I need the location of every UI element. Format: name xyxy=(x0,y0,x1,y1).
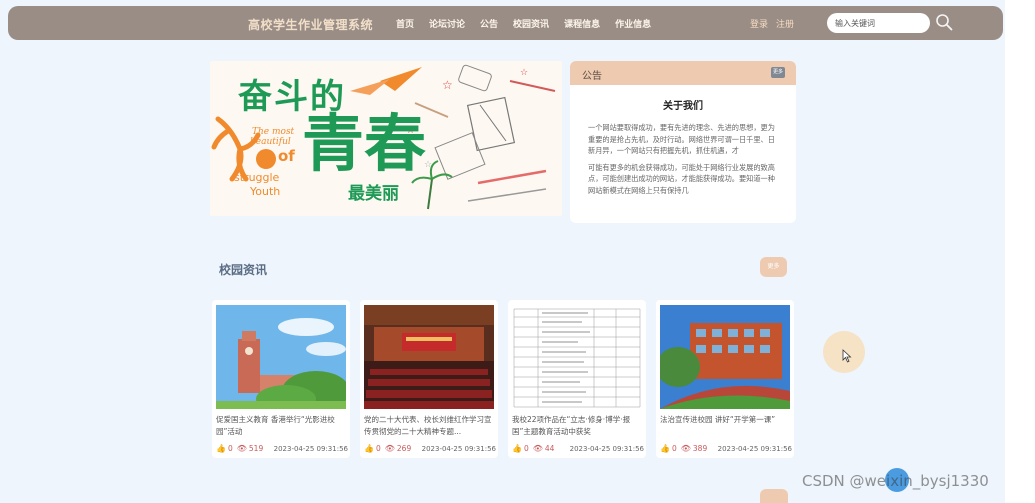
eye-icon: 👁 xyxy=(532,444,543,453)
view-count: 389 xyxy=(692,444,708,453)
auth-links: 登录 注册 xyxy=(750,17,802,30)
notice-title: 公告 xyxy=(582,71,602,82)
auditorium-photo xyxy=(364,305,494,409)
hero-banner[interactable]: ☆ ☆ ☆ ☆ 奋斗的 青春 最美丽 The most beautiful of… xyxy=(210,61,562,216)
bottom-section-tab[interactable] xyxy=(760,489,788,503)
news-card-title[interactable]: 促爱国主义教育 香港举行“光影进校园”活动 xyxy=(216,414,348,440)
text-fade xyxy=(570,204,796,222)
thumbs-up-icon[interactable]: 👍 xyxy=(364,444,374,453)
news-thumbnail[interactable] xyxy=(660,305,790,409)
watermark: CSDN @weixin_bysj1330 xyxy=(802,472,989,490)
login-link[interactable]: 登录 xyxy=(750,17,768,30)
news-card-meta: 👍 0 👁 519 2023-04-25 09:31:56 xyxy=(216,444,348,453)
notice-panel: 公告 更多 关于我们 一个网站要取得成功，要有先进的理念、先进的思想，更为重要的… xyxy=(570,61,796,223)
news-date: 2023-04-25 09:31:56 xyxy=(569,444,644,453)
banner-en-line-4: struggle xyxy=(234,171,280,184)
nav-item-campus-news[interactable]: 校园资讯 xyxy=(513,17,549,30)
nav-item-home[interactable]: 首页 xyxy=(396,17,414,30)
news-date: 2023-04-25 09:31:56 xyxy=(421,444,496,453)
view-count: 44 xyxy=(544,444,555,453)
about-us-body: 一个网站要取得成功，要有先进的理念、先进的思想，更为重要的是抢占先机，及时行动。… xyxy=(570,112,796,222)
news-card-meta: 👍 0 👁 389 2023-04-25 09:31:56 xyxy=(660,444,792,453)
like-count: 0 xyxy=(375,444,381,453)
notice-more-button[interactable]: 更多 xyxy=(771,67,785,78)
banner-en-line-2: beautiful xyxy=(250,137,291,147)
news-card-title[interactable]: 党的二十大代表、校长刘维红作学习宣传贯彻党的二十大精神专题... xyxy=(364,414,496,440)
view-count: 269 xyxy=(396,444,412,453)
banner-en-line-5: Youth xyxy=(250,185,281,198)
banner-en-line-1: The most xyxy=(252,127,295,137)
banner-en-line-3: of xyxy=(278,147,295,165)
news-date: 2023-04-25 09:31:56 xyxy=(273,444,348,453)
search-icon[interactable] xyxy=(935,13,953,31)
campus-building-photo xyxy=(660,305,790,409)
news-card[interactable]: 促爱国主义教育 香港举行“光影进校园”活动 👍 0 👁 519 2023-04-… xyxy=(212,300,350,458)
thumbs-up-icon[interactable]: 👍 xyxy=(216,444,226,453)
news-card[interactable]: 党的二十大代表、校长刘维红作学习宣传贯彻党的二十大精神专题... 👍 0 👁 2… xyxy=(360,300,498,458)
nav-item-homework[interactable]: 作业信息 xyxy=(615,17,651,30)
about-paragraph: 可能有更多的机会获得成功，可能处于网络行业发展的致高点，可能创建出成功的网站，才… xyxy=(588,162,775,195)
news-card-meta: 👍 0 👁 44 2023-04-25 09:31:56 xyxy=(512,444,644,453)
like-count: 0 xyxy=(227,444,233,453)
view-count: 519 xyxy=(248,444,264,453)
news-card[interactable]: 我校22项作品在“立志·修身·博学·报国”主题教育活动中获奖 👍 0 👁 44 … xyxy=(508,300,646,458)
mouse-pointer-icon xyxy=(842,349,852,363)
nav-item-notice[interactable]: 公告 xyxy=(480,17,498,30)
banner-headline-big: 青春 xyxy=(302,107,427,180)
news-card-title[interactable]: 我校22项作品在“立志·修身·博学·报国”主题教育活动中获奖 xyxy=(512,414,644,440)
thumbs-up-icon[interactable]: 👍 xyxy=(660,444,670,453)
notice-header: 公告 更多 xyxy=(570,61,796,85)
thumbs-up-icon[interactable]: 👍 xyxy=(512,444,522,453)
like-count: 0 xyxy=(671,444,677,453)
eye-icon: 👁 xyxy=(680,444,691,453)
about-us-title[interactable]: 关于我们 xyxy=(570,97,796,112)
news-thumbnail[interactable] xyxy=(216,305,346,409)
register-link[interactable]: 注册 xyxy=(776,17,794,30)
site-brand-title[interactable]: 高校学生作业管理系统 xyxy=(248,16,373,33)
nav-item-courses[interactable]: 课程信息 xyxy=(564,17,600,30)
campus-news-heading: 校园资讯 xyxy=(219,263,268,277)
right-margin xyxy=(1005,0,1035,503)
page-background: 高校学生作业管理系统 首页 论坛讨论 公告 校园资讯 课程信息 作业信息 登录 … xyxy=(0,0,1005,503)
search-input[interactable] xyxy=(827,13,930,33)
nav-item-forum[interactable]: 论坛讨论 xyxy=(429,17,465,30)
news-card-title[interactable]: 法治宣传进校园 讲好“开学第一课” xyxy=(660,414,792,440)
banner-headline-sub: 最美丽 xyxy=(348,184,399,204)
news-date: 2023-04-25 09:31:56 xyxy=(717,444,792,453)
eye-icon: 👁 xyxy=(236,444,247,453)
svg-text:☆: ☆ xyxy=(442,78,453,92)
document-table-photo xyxy=(512,305,642,409)
news-card-meta: 👍 0 👁 269 2023-04-25 09:31:56 xyxy=(364,444,496,453)
svg-text:☆: ☆ xyxy=(520,68,528,78)
about-paragraph: 一个网站要取得成功，要有先进的理念、先进的思想，更为重要的是抢占先机，及时行动。… xyxy=(588,123,775,155)
news-thumbnail[interactable] xyxy=(512,305,642,409)
news-card[interactable]: 法治宣传进校园 讲好“开学第一课” 👍 0 👁 389 2023-04-25 0… xyxy=(656,300,794,458)
campus-news-more-button[interactable]: 更多 xyxy=(760,257,787,277)
tower-photo xyxy=(216,305,346,409)
eye-icon: 👁 xyxy=(384,444,395,453)
main-nav: 首页 论坛讨论 公告 校园资讯 课程信息 作业信息 xyxy=(396,17,666,30)
news-thumbnail[interactable] xyxy=(364,305,494,409)
like-count: 0 xyxy=(523,444,529,453)
